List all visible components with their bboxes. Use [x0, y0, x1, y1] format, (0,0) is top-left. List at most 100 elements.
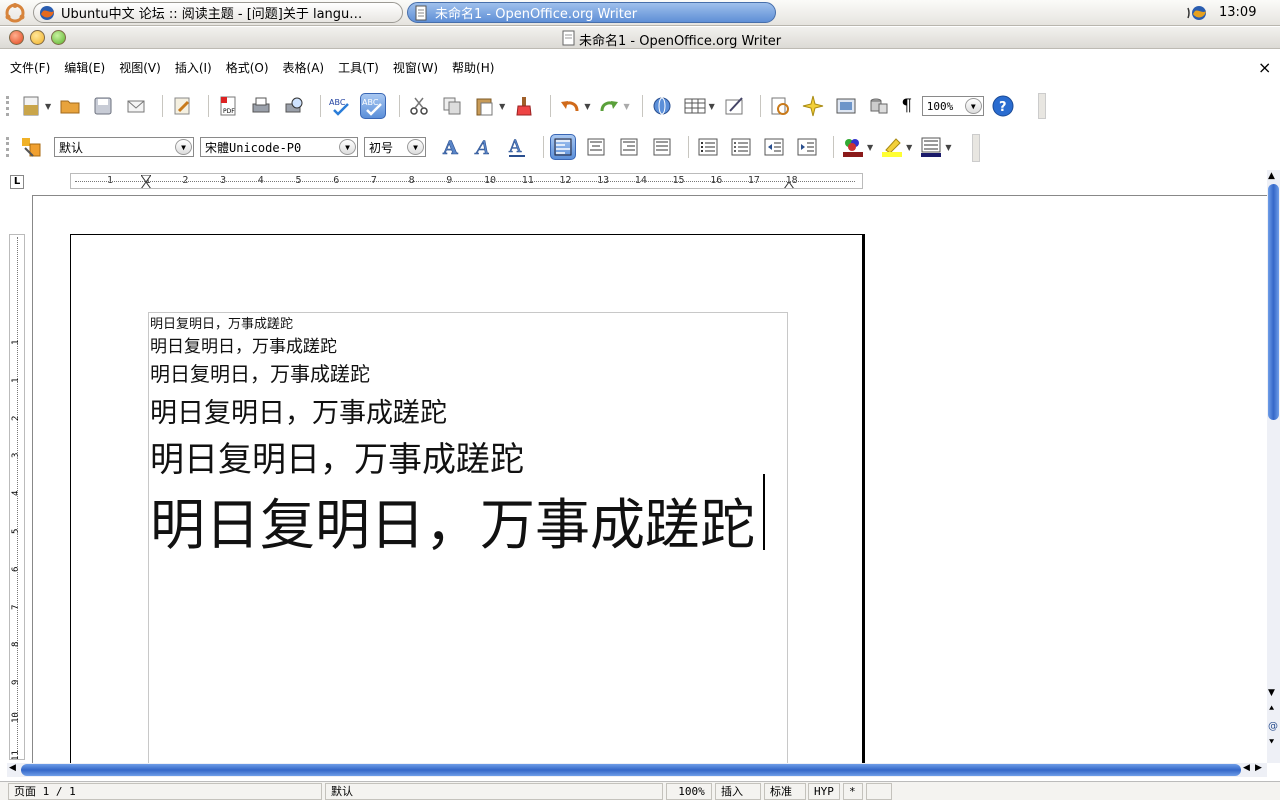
print-icon[interactable]	[248, 93, 274, 119]
horizontal-ruler[interactable]: 1 1 2 3 4 5 6 7 8 9 10 11 12 13 14 15 16 17 18	[70, 173, 863, 189]
toolbar-overflow-handle[interactable]	[1038, 93, 1046, 119]
paste-icon[interactable]	[472, 93, 498, 119]
numbering-icon[interactable]	[695, 134, 721, 160]
show-draw-functions-icon[interactable]	[721, 93, 747, 119]
italic-icon[interactable]: A	[471, 134, 497, 160]
menu-help[interactable]: 帮助(H)	[452, 59, 494, 76]
open-icon[interactable]	[57, 93, 83, 119]
font-color-dropdown-icon[interactable]: ▼	[867, 143, 873, 152]
help-icon[interactable]: ?	[990, 93, 1016, 119]
decrease-indent-icon[interactable]	[761, 134, 787, 160]
horizontal-scrollbar[interactable]: ◀ ◀ ▶	[7, 763, 1267, 777]
minimize-window-button[interactable]	[30, 30, 45, 45]
status-page[interactable]: 页面 1 / 1	[8, 783, 322, 800]
menu-window[interactable]: 视窗(W)	[393, 59, 438, 76]
toolbar-overflow-handle[interactable]	[972, 134, 980, 162]
export-pdf-icon[interactable]: PDF	[215, 93, 241, 119]
vertical-scrollbar[interactable]: ▲ ▼ ⯅ @ ⯆	[1267, 170, 1280, 763]
undo-dropdown-icon[interactable]: ▼	[584, 102, 590, 111]
gallery-icon[interactable]	[833, 93, 859, 119]
vertical-scroll-thumb[interactable]	[1268, 184, 1279, 420]
chevron-down-icon[interactable]: ▼	[339, 139, 356, 155]
status-modified[interactable]: *	[843, 783, 863, 800]
print-preview-icon[interactable]	[281, 93, 307, 119]
edit-file-icon[interactable]	[169, 93, 195, 119]
clock[interactable]: 13:09	[1219, 5, 1256, 20]
close-window-button[interactable]	[9, 30, 24, 45]
text-line[interactable]: 明日复明日，万事成蹉跎	[150, 391, 447, 430]
status-style[interactable]: 默认	[325, 783, 663, 800]
text-line[interactable]: 明日复明日，万事成蹉跎	[150, 332, 337, 357]
indent-marker-icon[interactable]	[140, 174, 152, 188]
align-left-icon[interactable]	[550, 134, 576, 160]
new-dropdown-icon[interactable]: ▼	[45, 102, 51, 111]
spellcheck-icon[interactable]: ABC	[327, 93, 353, 119]
menu-table[interactable]: 表格(A)	[283, 59, 325, 76]
text-line[interactable]: 明日复明日，万事成蹉跎	[150, 358, 370, 387]
status-selection-mode[interactable]: 标准	[764, 783, 806, 800]
document-view[interactable]: 明日复明日，万事成蹉跎 明日复明日，万事成蹉跎 明日复明日，万事成蹉跎 明日复明…	[32, 195, 1267, 774]
status-signature[interactable]	[866, 783, 892, 800]
text-line[interactable]: 明日复明日，万事成蹉跎	[150, 432, 524, 481]
table-dropdown-icon[interactable]: ▼	[709, 102, 715, 111]
cut-icon[interactable]	[406, 93, 432, 119]
increase-indent-icon[interactable]	[794, 134, 820, 160]
window-titlebar[interactable]: 未命名1 - OpenOffice.org Writer	[0, 27, 1280, 49]
toolbar-grip[interactable]	[6, 137, 12, 157]
chevron-down-icon[interactable]: ▼	[407, 139, 424, 155]
menu-view[interactable]: 视图(V)	[119, 59, 161, 76]
scroll-left-icon[interactable]: ◀	[9, 763, 16, 773]
formatting-marks-icon[interactable]: ¶	[899, 93, 915, 119]
right-indent-marker-icon[interactable]	[784, 175, 794, 188]
clone-formatting-icon[interactable]	[511, 93, 537, 119]
menu-format[interactable]: 格式(O)	[226, 59, 269, 76]
menu-tools[interactable]: 工具(T)	[338, 59, 379, 76]
redo-dropdown-icon[interactable]: ▼	[623, 102, 629, 111]
align-center-icon[interactable]	[583, 134, 609, 160]
font-name-select[interactable]: 宋體Unicode-P0 ▼	[200, 137, 358, 157]
status-insert-mode[interactable]: 插入	[715, 783, 761, 800]
text-line[interactable]: 明日复明日，万事成蹉跎	[150, 313, 293, 332]
hyperlink-icon[interactable]	[649, 93, 675, 119]
toolbar-grip[interactable]	[6, 96, 12, 116]
zoom-select[interactable]: 100% ▼	[921, 96, 984, 116]
save-icon[interactable]	[90, 93, 116, 119]
find-replace-icon[interactable]	[767, 93, 793, 119]
horizontal-scroll-thumb[interactable]	[21, 764, 1241, 776]
navigator-icon[interactable]	[800, 93, 826, 119]
menu-edit[interactable]: 编辑(E)	[64, 59, 105, 76]
ubuntu-menu-icon[interactable]	[4, 3, 26, 23]
underline-icon[interactable]: A	[504, 134, 530, 160]
menu-file[interactable]: 文件(F)	[10, 59, 50, 76]
undo-icon[interactable]	[557, 93, 583, 119]
background-color-icon[interactable]	[918, 134, 944, 160]
table-icon[interactable]	[682, 93, 708, 119]
redo-icon[interactable]	[596, 93, 622, 119]
close-document-button[interactable]: ×	[1258, 58, 1271, 77]
network-status-icon[interactable]	[1185, 5, 1209, 21]
previous-page-icon[interactable]: ⯅	[1268, 704, 1275, 714]
background-color-dropdown-icon[interactable]: ▼	[945, 143, 951, 152]
scroll-right-icon[interactable]: ◀	[1243, 763, 1250, 773]
font-color-icon[interactable]	[840, 134, 866, 160]
bold-icon[interactable]: A	[438, 134, 464, 160]
new-document-icon[interactable]	[18, 93, 44, 119]
chevron-down-icon[interactable]: ▼	[175, 139, 192, 155]
navigation-icon[interactable]: @	[1268, 721, 1278, 732]
maximize-window-button[interactable]	[51, 30, 66, 45]
justify-icon[interactable]	[649, 134, 675, 160]
highlighting-icon[interactable]	[879, 134, 905, 160]
data-sources-icon[interactable]	[866, 93, 892, 119]
taskbar-item-writer[interactable]: 未命名1 - OpenOffice.org Writer	[407, 2, 776, 23]
align-right-icon[interactable]	[616, 134, 642, 160]
copy-icon[interactable]	[439, 93, 465, 119]
highlighting-dropdown-icon[interactable]: ▼	[906, 143, 912, 152]
scroll-up-icon[interactable]: ▲	[1268, 171, 1275, 181]
taskbar-item-firefox[interactable]: Ubuntu中文 论坛 :: 阅读主题 - [问题]关于 langu…	[33, 2, 403, 23]
email-icon[interactable]	[123, 93, 149, 119]
paragraph-style-select[interactable]: 默认 ▼	[54, 137, 194, 157]
autospellcheck-icon[interactable]: ABC	[360, 93, 387, 119]
status-zoom[interactable]: 100%	[666, 783, 712, 800]
styles-formatting-icon[interactable]	[18, 134, 44, 160]
status-hyphenation[interactable]: HYP	[808, 783, 840, 800]
